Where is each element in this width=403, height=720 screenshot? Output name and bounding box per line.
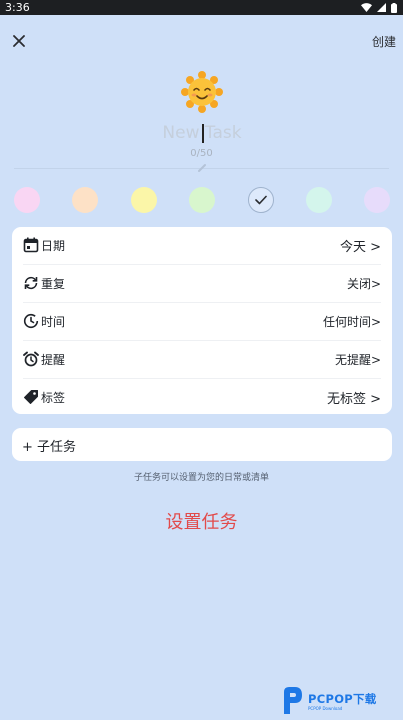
time-value: 任何时间>: [322, 315, 381, 329]
battery-icon: [391, 2, 397, 13]
color-swatch-yellow[interactable]: [131, 187, 157, 213]
status-time: 3:36: [5, 1, 30, 14]
date-row[interactable]: 日期 今天 >: [12, 227, 392, 264]
checkmark-icon: [255, 195, 267, 205]
repeat-value: 关闭>: [346, 277, 381, 291]
color-picker: [0, 187, 403, 215]
time-label: 时间: [41, 315, 66, 329]
status-bar: 3:36: [0, 0, 403, 15]
reminder-row[interactable]: 提醒 无提醒>: [12, 341, 392, 378]
reminder-value: 无提醒>: [334, 353, 381, 367]
create-button[interactable]: 创建: [372, 33, 396, 50]
add-subtask-button[interactable]: + 子任务: [12, 428, 392, 461]
task-settings-card: 日期 今天 > 重复 关闭> 时间 任何时间> 提醒 无提醒> 标签 无标签 >: [12, 227, 392, 414]
top-bar: 创建: [0, 28, 403, 54]
close-button[interactable]: [10, 32, 28, 50]
pencil-icon: [198, 164, 206, 172]
signal-icon: [377, 3, 386, 12]
tag-row[interactable]: 标签 无标签 >: [12, 379, 392, 416]
reminder-label: 提醒: [41, 353, 66, 367]
pcpop-watermark: PCPOP下载 PCPOP Download: [279, 682, 403, 720]
watermark-sub: PCPOP Download: [308, 706, 343, 711]
set-task-button[interactable]: 设置任务: [0, 508, 403, 534]
tag-value: 无标签 >: [326, 392, 381, 407]
calendar-icon: [23, 237, 39, 253]
add-subtask-label: + 子任务: [22, 440, 77, 455]
repeat-label: 重复: [41, 277, 66, 291]
color-swatch-pink[interactable]: [14, 187, 40, 213]
time-row[interactable]: 时间 任何时间>: [12, 303, 392, 340]
date-label: 日期: [41, 239, 66, 253]
text-cursor: [202, 124, 204, 143]
title-char-counter: 0/50: [190, 148, 213, 159]
time-icon: [23, 313, 39, 329]
color-swatch-peach[interactable]: [72, 187, 98, 213]
date-value: 今天 >: [339, 240, 381, 255]
wifi-icon: [361, 3, 372, 12]
alarm-icon: [23, 351, 39, 367]
color-swatch-green[interactable]: [189, 187, 215, 213]
tag-icon: [24, 390, 38, 404]
subtask-hint: 子任务可以设置为您的日常或清单: [133, 473, 269, 483]
task-emoji-icon[interactable]: [181, 71, 223, 113]
status-icons: [361, 2, 397, 13]
close-icon: [13, 35, 25, 47]
repeat-row[interactable]: 重复 关闭>: [12, 265, 392, 302]
color-swatch-mint[interactable]: [306, 187, 332, 213]
color-swatch-lavender[interactable]: [364, 187, 390, 213]
pcpop-logo-icon: [284, 687, 302, 714]
watermark-brand: PCPOP下载: [308, 692, 377, 706]
repeat-icon: [24, 276, 38, 290]
color-swatch-blue-selected[interactable]: [248, 187, 274, 213]
tag-label: 标签: [41, 391, 66, 405]
